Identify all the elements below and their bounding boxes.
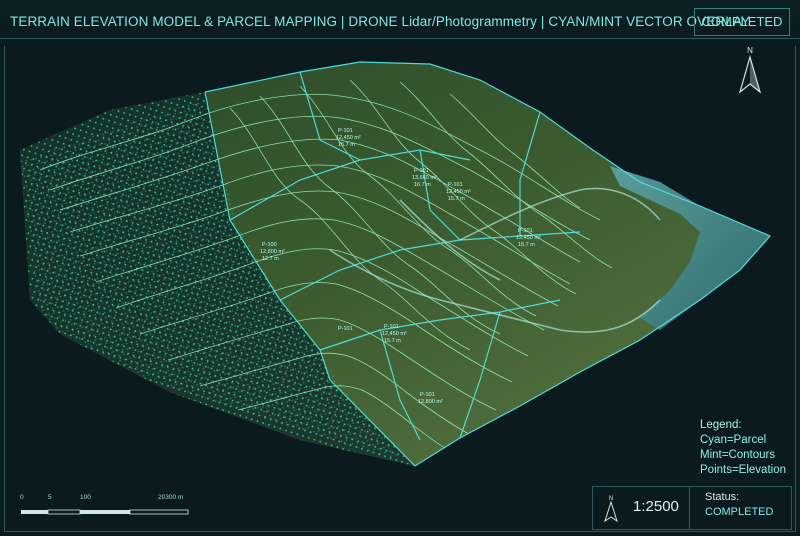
header-divider [0, 38, 800, 39]
north-arrow-icon: N [738, 46, 762, 94]
parcel-label-area: 12,450 m² [516, 235, 541, 241]
parcel-label-id: P-101 [338, 128, 353, 134]
parcel-label-area: 13,660 m² [412, 175, 437, 181]
header-bar: TERRAIN ELEVATION MODEL & PARCEL MAPPING… [0, 0, 800, 46]
parcel-label-id: P-101 [518, 228, 533, 234]
parcel-label-id: P-101 [414, 168, 429, 174]
parcel-label-area: 12,450 m² [336, 135, 361, 141]
parcel-label-area: 12,800 m² [418, 399, 443, 405]
scale-label: 5 [48, 494, 52, 501]
north-arrow-icon: N [604, 496, 618, 523]
panel-divider [689, 487, 690, 529]
parcel-label-elev: 15.7 m [518, 242, 535, 248]
parcel-label-id: P-101 [384, 324, 399, 330]
legend-item-contours: Mint=Contours [700, 449, 776, 461]
parcel-label-elev: 16.7 m [414, 182, 431, 188]
scale-bar-graphic [21, 509, 189, 515]
map-scale: 1:2500 [633, 498, 679, 515]
scale-label: 20300 m [158, 494, 184, 501]
parcel-label-area: 12,450 m² [382, 331, 407, 337]
parcel-label-area: 12,450 m² [446, 189, 471, 195]
status-value: COMPLETED [705, 506, 774, 518]
parcel-label-area: 12,800 m² [260, 249, 285, 255]
status-label: Status: [705, 491, 740, 503]
map-info-panel: N 1:2500 Status: COMPLETED [592, 486, 792, 530]
terrain-map[interactable]: P-101 12,450 m² 15.7 m P-101 13,660 m² 1… [0, 46, 800, 480]
parcel-label-id: P-101 [338, 326, 353, 332]
parcel-label-id: P-100 [262, 242, 277, 248]
scale-bar: 0 5 100 20300 m [20, 494, 192, 522]
parcel-label-elev: 15.7 m [338, 142, 355, 148]
legend-heading: Legend: [700, 419, 742, 431]
svg-text:N: N [747, 46, 753, 55]
page-title: TERRAIN ELEVATION MODEL & PARCEL MAPPING… [10, 14, 751, 29]
status-badge: COMPLETED [694, 8, 790, 36]
scale-label: 0 [20, 494, 24, 501]
parcel-label-id: P-101 [448, 182, 463, 188]
legend-item-parcel: Cyan=Parcel [700, 434, 767, 446]
legend-item-points: Points=Elevation [700, 464, 786, 476]
scale-label: 100 [80, 494, 91, 501]
parcel-label-id: P-101 [420, 392, 435, 398]
parcel-label-elev: 15.7 m [384, 338, 401, 344]
legend: Legend: Cyan=Parcel Mint=Contours Points… [700, 418, 790, 478]
parcel-label-elev: 12.7 m [262, 256, 279, 262]
parcel-label-elev: 15.7 m [448, 196, 465, 202]
